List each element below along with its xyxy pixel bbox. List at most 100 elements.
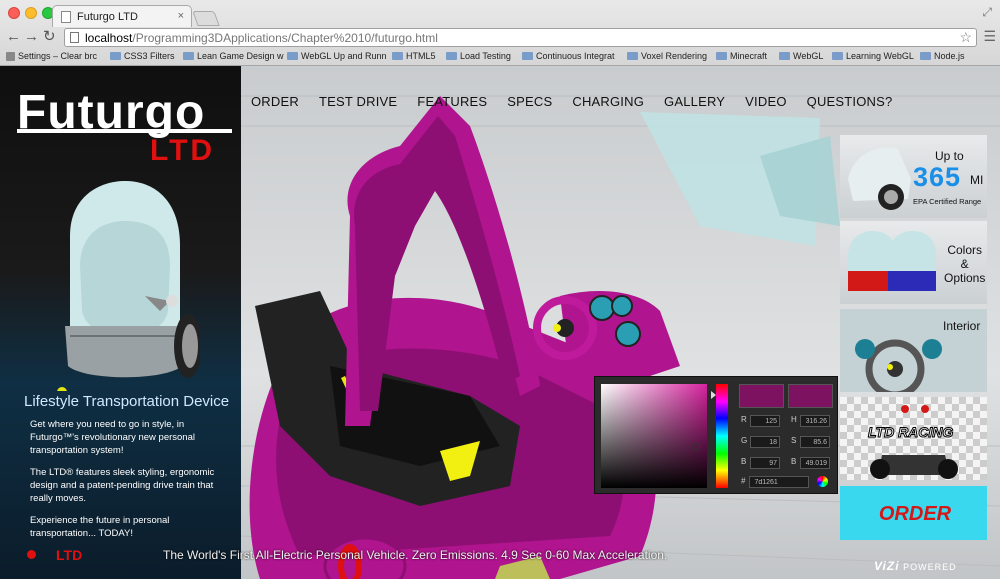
order-button[interactable]: ORDER [840, 503, 987, 526]
range-card[interactable]: Up to 365 MI EPA Certified Range [840, 135, 987, 218]
bookmark-item[interactable]: Minecraft [716, 51, 767, 61]
nav-video[interactable]: VIDEO [745, 94, 786, 109]
browser-tab[interactable]: Futurgo LTD × [52, 5, 192, 27]
description-paragraph: Experience the future in personal transp… [30, 515, 170, 539]
minimize-window-icon[interactable] [25, 7, 37, 19]
bookmark-star-icon[interactable]: ☆ [959, 29, 972, 46]
status-dot-icon [27, 550, 36, 559]
folder-icon [110, 52, 121, 60]
new-color-swatch [739, 384, 784, 408]
brightness-field: B [791, 457, 830, 470]
racing-label: LTD RACING [867, 424, 954, 441]
range-unit: MI [970, 173, 984, 187]
colors-options-label: Colors & Options [944, 243, 986, 285]
bookmark-item[interactable]: Learning WebGL [832, 51, 914, 61]
hue-input[interactable] [800, 415, 830, 427]
range-up-to: Up to [935, 149, 964, 163]
blue-input[interactable] [750, 457, 780, 469]
sidebar: Futurgo LTD Lifestyle Transportation Dev… [0, 66, 241, 579]
brightness-input[interactable] [800, 457, 830, 469]
model-label[interactable]: LTD [56, 547, 82, 563]
colors-options-card[interactable]: Colors & Options [840, 221, 987, 304]
current-color-swatch[interactable] [788, 384, 833, 408]
folder-icon [779, 52, 790, 60]
hex-input[interactable] [749, 476, 810, 488]
nav-questions[interactable]: QUESTIONS? [807, 94, 893, 109]
red-input[interactable] [750, 415, 780, 427]
url-path: /Programming3DApplications/Chapter%2010/… [132, 31, 438, 45]
back-icon[interactable]: ← [6, 29, 21, 45]
car-3d-view[interactable] [241, 66, 841, 579]
folder-icon [392, 52, 403, 60]
blue-field: B [741, 457, 780, 470]
folder-icon [920, 52, 931, 60]
footer-tagline: The World's First All-Electric Personal … [163, 548, 668, 562]
bookmark-item[interactable]: Settings – Clear brc [6, 51, 97, 61]
bookmarks-bar: Settings – Clear brc CSS3 Filters Lean G… [0, 49, 1000, 65]
browser-toolbar: ← → ↻ localhost/Programming3DApplication… [0, 27, 1000, 49]
page-icon [70, 32, 79, 43]
bookmark-item[interactable]: WebGL [779, 51, 823, 61]
red-field: R [741, 415, 780, 428]
logo-underline [17, 129, 232, 133]
order-card[interactable]: ORDER [840, 486, 987, 540]
vizi-powered-logo: ViZi POWERED [874, 559, 957, 573]
description-paragraph: Get where you need to go in style, in Fu… [30, 419, 195, 456]
nav-charging[interactable]: CHARGING [572, 94, 644, 109]
color-cursor[interactable] [692, 443, 700, 451]
folder-icon [832, 52, 843, 60]
saturation-input[interactable] [800, 436, 830, 448]
description-paragraph: The LTD® features sleek styling, ergonom… [30, 467, 215, 504]
fullscreen-icon[interactable]: ⤢ [982, 5, 992, 20]
green-input[interactable] [750, 436, 780, 448]
url-host: localhost [85, 31, 133, 45]
tagline: Lifestyle Transportation Device [24, 393, 230, 410]
bookmark-item[interactable]: HTML5 [392, 51, 436, 61]
hex-field: # [741, 476, 810, 488]
bookmark-item[interactable]: Node.js [920, 51, 965, 61]
tab-title: Futurgo LTD [77, 11, 138, 23]
bookmark-item[interactable]: WebGL Up and Runn [287, 51, 387, 61]
folder-icon [183, 52, 194, 60]
folder-icon [716, 52, 727, 60]
nav-specs[interactable]: SPECS [507, 94, 552, 109]
bookmark-item[interactable]: Voxel Rendering [627, 51, 707, 61]
forward-icon[interactable]: → [24, 29, 39, 45]
range-subtitle: EPA Certified Range [913, 197, 982, 206]
hue-field: H [791, 415, 830, 428]
page-favicon-icon [61, 11, 71, 23]
car-side-image [848, 147, 911, 210]
main-nav: ORDER TEST DRIVE FEATURES SPECS CHARGING… [241, 94, 902, 109]
close-window-icon[interactable] [8, 7, 20, 19]
logo-subtitle: LTD [150, 134, 216, 167]
racing-card[interactable]: LTD RACING [840, 397, 987, 480]
nav-features[interactable]: FEATURES [417, 94, 487, 109]
bookmark-item[interactable]: CSS3 Filters [110, 51, 175, 61]
nav-test-drive[interactable]: TEST DRIVE [319, 94, 397, 109]
nav-order[interactable]: ORDER [251, 94, 299, 109]
interior-card[interactable]: Interior [840, 309, 987, 392]
description: Get where you need to go in style, in Fu… [30, 418, 235, 549]
tab-close-icon[interactable]: × [178, 10, 184, 22]
nav-gallery[interactable]: GALLERY [664, 94, 725, 109]
saturation-field: S [791, 436, 830, 449]
hue-slider[interactable] [716, 384, 728, 488]
reload-icon[interactable]: ↻ [43, 29, 56, 45]
bookmark-item[interactable]: Continuous Integrat [522, 51, 615, 61]
browser-chrome: Futurgo LTD × ⤢ ← → ↻ localhost/Programm… [0, 0, 1000, 66]
folder-icon [522, 52, 533, 60]
bookmark-item[interactable]: Load Testing [446, 51, 511, 61]
bookmark-item[interactable]: Lean Game Design w [183, 51, 284, 61]
color-wheel-icon[interactable] [817, 476, 828, 487]
page-icon [6, 51, 15, 61]
car-preview-image[interactable] [40, 176, 200, 391]
color-picker: R H G S B B # [594, 376, 838, 494]
folder-icon [287, 52, 298, 60]
menu-icon[interactable]: ☰ [983, 28, 996, 45]
saturation-value-area[interactable] [601, 384, 707, 488]
address-bar[interactable]: localhost/Programming3DApplications/Chap… [64, 28, 977, 47]
color-variants-image [848, 231, 936, 291]
folder-icon [627, 52, 638, 60]
folder-icon [446, 52, 457, 60]
new-tab-button[interactable] [192, 11, 220, 26]
